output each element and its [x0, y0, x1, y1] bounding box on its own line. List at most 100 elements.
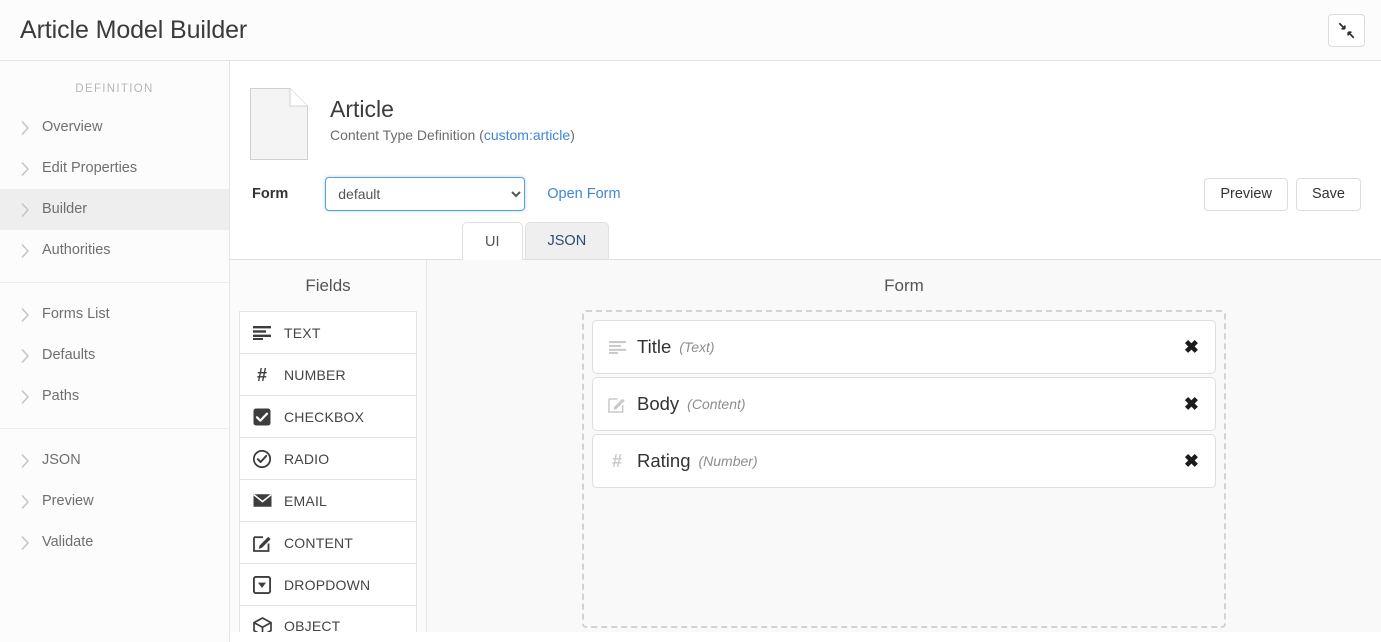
- page-title: Article Model Builder: [20, 15, 248, 44]
- palette-item-text[interactable]: TEXT: [239, 311, 417, 353]
- fields-panel-title: Fields: [230, 260, 426, 311]
- remove-field-button[interactable]: ✖: [1184, 338, 1199, 356]
- chevron-right-icon: [17, 348, 33, 364]
- chevron-right-icon: [17, 161, 33, 177]
- builder-area: Fields TEXT # NUMBER CHECKBOX RADIO EMAI…: [230, 260, 1381, 632]
- chevron-right-icon: [17, 120, 33, 136]
- tab-json[interactable]: JSON: [524, 222, 610, 259]
- sidebar-item-label: JSON: [42, 452, 81, 469]
- envelope-icon: [252, 491, 272, 511]
- header-actions: [1328, 13, 1365, 47]
- sidebar-group-forms: Forms List Defaults Paths: [0, 294, 229, 417]
- form-field-label: Body: [637, 393, 680, 414]
- preview-button[interactable]: Preview: [1204, 177, 1288, 211]
- chevron-right-icon: [17, 307, 33, 323]
- main-content: Article Content Type Definition (custom:…: [230, 61, 1381, 642]
- collapse-button[interactable]: [1328, 13, 1365, 47]
- form-dropzone[interactable]: Title (Text) ✖ Body (Content) ✖ # Rating…: [582, 310, 1226, 628]
- palette-item-label: RADIO: [284, 450, 330, 467]
- dropdown-caret-square-icon: [252, 575, 272, 595]
- sidebar-item-label: Forms List: [42, 306, 110, 323]
- builder-tabs: UI JSON: [230, 216, 1381, 260]
- body-wrapper: DEFINITION Overview Edit Properties Buil…: [0, 61, 1381, 642]
- sidebar-item-edit-properties[interactable]: Edit Properties: [0, 148, 229, 189]
- cube-icon: [252, 616, 272, 632]
- palette-item-email[interactable]: EMAIL: [239, 479, 417, 521]
- palette-item-dropdown[interactable]: DROPDOWN: [239, 563, 417, 605]
- remove-field-button[interactable]: ✖: [1184, 395, 1199, 413]
- form-select-label: Form: [252, 186, 289, 202]
- sidebar-divider: [0, 428, 229, 429]
- collapse-diagonal-icon: [1338, 22, 1355, 39]
- form-field-label: Title: [637, 336, 672, 357]
- chevron-right-icon: [17, 535, 33, 551]
- sidebar-group-tools: JSON Preview Validate: [0, 440, 229, 563]
- chevron-right-icon: [17, 202, 33, 218]
- save-button[interactable]: Save: [1295, 177, 1361, 211]
- palette-item-radio[interactable]: RADIO: [239, 437, 417, 479]
- definition-subtitle-prefix: Content Type Definition (: [330, 127, 484, 144]
- form-field-rating[interactable]: # Rating (Number) ✖: [592, 434, 1216, 488]
- sidebar-item-paths[interactable]: Paths: [0, 376, 229, 417]
- form-actions: Preview Save: [1204, 177, 1361, 211]
- sidebar-item-builder[interactable]: Builder: [0, 189, 229, 230]
- palette-item-label: CHECKBOX: [284, 408, 365, 425]
- form-select[interactable]: default: [325, 177, 526, 211]
- palette-item-label: DROPDOWN: [284, 576, 371, 593]
- palette-item-label: OBJECT: [284, 618, 341, 632]
- chevron-right-icon: [17, 494, 33, 510]
- palette-item-label: TEXT: [284, 324, 321, 341]
- sidebar-item-label: Paths: [42, 388, 80, 405]
- palette-item-object[interactable]: OBJECT: [239, 605, 417, 632]
- form-field-type: (Content): [687, 396, 746, 412]
- sidebar-item-preview[interactable]: Preview: [0, 481, 229, 522]
- svg-text:#: #: [257, 366, 267, 384]
- chevron-right-icon: [17, 389, 33, 405]
- remove-field-button[interactable]: ✖: [1184, 452, 1199, 470]
- sidebar-item-label: Edit Properties: [42, 160, 138, 177]
- sidebar-item-label: Authorities: [42, 242, 111, 259]
- sidebar-item-label: Defaults: [42, 347, 96, 364]
- definition-type-link[interactable]: custom:article: [484, 127, 570, 143]
- sidebar-item-overview[interactable]: Overview: [0, 107, 229, 148]
- form-field-title[interactable]: Title (Text) ✖: [592, 320, 1216, 374]
- form-field-type: (Number): [698, 453, 758, 469]
- tab-ui[interactable]: UI: [462, 222, 523, 260]
- pencil-square-icon: [607, 394, 627, 414]
- fields-palette-list: TEXT # NUMBER CHECKBOX RADIO EMAIL CONTE…: [230, 311, 426, 632]
- palette-item-label: CONTENT: [284, 534, 354, 551]
- definition-title: Article: [330, 96, 394, 122]
- open-form-link[interactable]: Open Form: [547, 186, 620, 202]
- text-lines-icon: [607, 337, 627, 357]
- chevron-right-icon: [17, 453, 33, 469]
- definition-header: Article Content Type Definition (custom:…: [230, 61, 1381, 160]
- checkbox-icon: [252, 407, 272, 427]
- sidebar-section-title: DEFINITION: [75, 83, 154, 95]
- sidebar-item-label: Preview: [42, 493, 94, 510]
- sidebar-divider: [0, 282, 229, 283]
- radio-check-circle-icon: [252, 449, 272, 469]
- fields-panel: Fields TEXT # NUMBER CHECKBOX RADIO EMAI…: [230, 260, 427, 632]
- form-field-body[interactable]: Body (Content) ✖: [592, 377, 1216, 431]
- chevron-right-icon: [17, 243, 33, 259]
- sidebar-item-authorities[interactable]: Authorities: [0, 230, 229, 271]
- form-field-type: (Text): [679, 339, 715, 355]
- sidebar-item-label: Validate: [42, 534, 94, 551]
- sidebar-item-forms-list[interactable]: Forms List: [0, 294, 229, 335]
- sidebar-item-validate[interactable]: Validate: [0, 522, 229, 563]
- sidebar-item-json[interactable]: JSON: [0, 440, 229, 481]
- palette-item-content[interactable]: CONTENT: [239, 521, 417, 563]
- svg-text:#: #: [612, 452, 622, 470]
- palette-item-label: NUMBER: [284, 366, 346, 383]
- sidebar-item-defaults[interactable]: Defaults: [0, 335, 229, 376]
- form-selection-bar: Form default Open Form Preview Save: [230, 160, 1381, 216]
- palette-item-checkbox[interactable]: CHECKBOX: [239, 395, 417, 437]
- definition-subtitle-suffix: ): [570, 127, 575, 144]
- palette-item-number[interactable]: # NUMBER: [239, 353, 417, 395]
- sidebar-item-label: Overview: [42, 119, 103, 136]
- hash-icon: #: [252, 365, 272, 385]
- sidebar-group-definition: Overview Edit Properties Builder Authori…: [0, 107, 229, 271]
- document-icon: [250, 88, 308, 160]
- sidebar-item-label: Builder: [42, 201, 88, 218]
- hash-icon: #: [607, 451, 627, 471]
